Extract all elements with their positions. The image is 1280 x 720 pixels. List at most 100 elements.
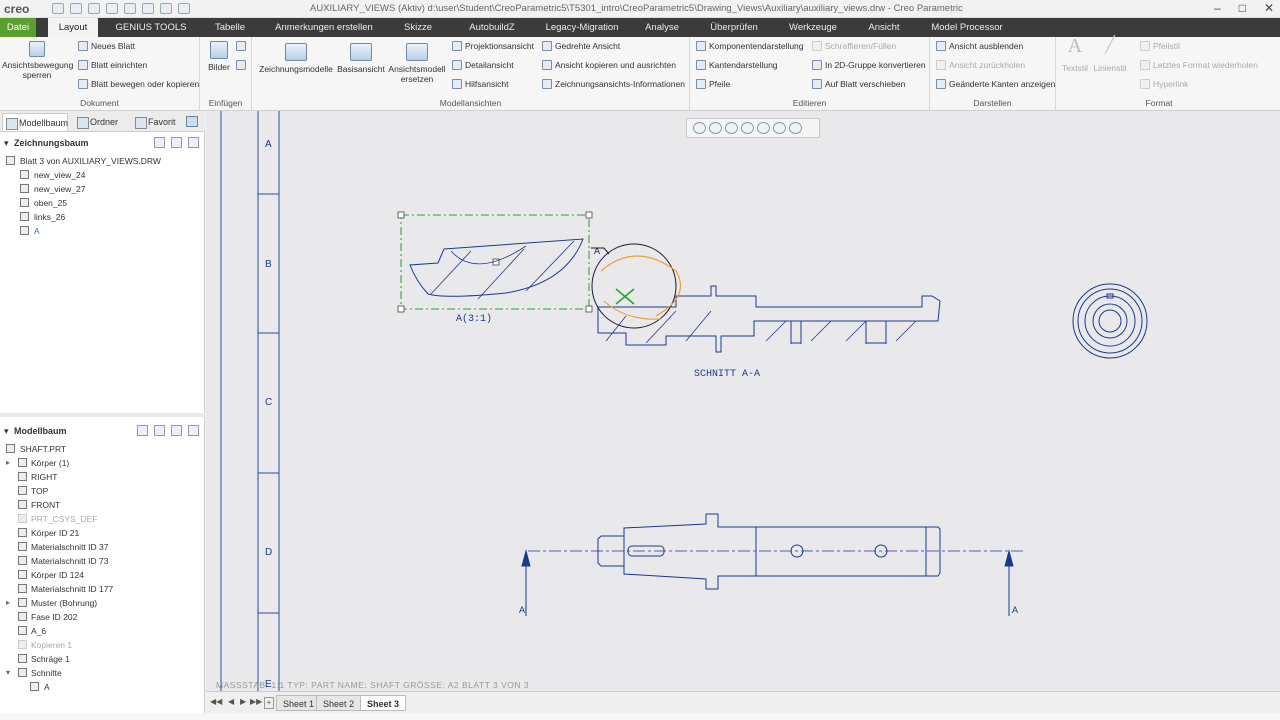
detail-view[interactable]: A(3:1) <box>397 211 593 325</box>
panel-splitter[interactable] <box>0 413 205 417</box>
new-file-icon[interactable] <box>52 3 64 14</box>
tree-item-datum-plane[interactable]: RIGHT <box>0 470 205 484</box>
insert-image-button[interactable] <box>236 60 246 70</box>
tree-item-sections[interactable]: ▾ Schnitte <box>0 666 205 680</box>
tree-item-feature[interactable]: Schräge 1 <box>0 652 205 666</box>
maximize-icon[interactable]: □ <box>1239 1 1246 15</box>
windows-icon[interactable] <box>160 3 172 14</box>
end-view[interactable] <box>1072 283 1148 359</box>
tree-item-part[interactable]: SHAFT.PRT <box>0 442 205 456</box>
tab-datei[interactable]: Datei <box>0 18 36 37</box>
model-filter-icon[interactable] <box>188 425 199 436</box>
detail-view-button[interactable]: Detailansicht <box>452 60 514 70</box>
tab-autobuildz[interactable]: AutobuildZ <box>454 18 530 37</box>
last-sheet-icon[interactable]: ▶▶ <box>250 697 262 709</box>
expand-icon[interactable]: ▸ <box>6 596 10 610</box>
group-label-darstellen[interactable]: Darstellen <box>930 98 1055 108</box>
sheet-tab-active[interactable]: Sheet 3 <box>360 695 407 711</box>
tab-legacy-migration[interactable]: Legacy-Migration <box>534 18 630 37</box>
model-tools-icon[interactable] <box>154 425 165 436</box>
tree-item-section[interactable]: A <box>0 680 205 694</box>
drawing-sheet[interactable]: A B C D E A(3:1) A SCHNITT A-A A A <box>206 111 1280 691</box>
images-button[interactable]: Bilder <box>204 41 234 72</box>
hide-view-button[interactable]: Ansicht ausblenden <box>936 41 1023 51</box>
tree-item-csys[interactable]: PRT_CSYS_DEF <box>0 512 205 526</box>
replace-view-model-button[interactable]: Ansichtsmodell ersetzen <box>386 43 448 84</box>
restore-view-button[interactable]: Ansicht zurückholen <box>936 60 1025 70</box>
tree-filter-icon[interactable] <box>171 137 182 148</box>
lock-view-movement-button[interactable]: Ansichtsbewegung sperren <box>2 41 73 80</box>
prev-sheet-icon[interactable]: ◀ <box>228 697 238 709</box>
section-view[interactable] <box>591 243 941 353</box>
move-copy-sheet-button[interactable]: Blatt bewegen oder kopieren <box>78 79 199 89</box>
sheet-tab[interactable]: Sheet 2 <box>316 695 362 711</box>
zoom-in-icon[interactable] <box>709 122 722 134</box>
tree-item-view[interactable]: oben_25 <box>0 196 205 210</box>
tab-analyse[interactable]: Analyse <box>636 18 688 37</box>
tree-item-feature[interactable]: Kopieren 1 <box>0 638 205 652</box>
tree-item-datum-plane[interactable]: TOP <box>0 484 205 498</box>
text-style-button[interactable]: A Textstil <box>1060 36 1090 73</box>
tab-werkzeuge[interactable]: Werkzeuge <box>780 18 846 37</box>
close-icon[interactable]: ✕ <box>1264 1 1274 15</box>
edge-display-button[interactable]: Kantendarstellung <box>696 60 778 70</box>
arrows-button[interactable]: Pfeile <box>696 79 730 89</box>
tree-item-datum-plane[interactable]: FRONT <box>0 498 205 512</box>
copy-align-view-button[interactable]: Ansicht kopieren und ausrichten <box>542 60 676 70</box>
sheet-setup-button[interactable]: Blatt einrichten <box>78 60 147 70</box>
base-view-button[interactable]: Basisansicht <box>336 43 386 74</box>
tab-model-processor[interactable]: Model Processor <box>922 18 1012 37</box>
sheet-tab[interactable]: Sheet 1 <box>276 695 322 711</box>
tree-item-feature[interactable]: Körper ID 21 <box>0 526 205 540</box>
first-sheet-icon[interactable]: ◀◀ <box>210 697 222 709</box>
revolved-view-button[interactable]: Gedrehte Ansicht <box>542 41 620 51</box>
tree-item-feature[interactable]: Materialschnitt ID 37 <box>0 540 205 554</box>
tab-ordner[interactable]: Ordner <box>74 113 122 131</box>
tree-item-sheet[interactable]: Blatt 3 von AUXILIARY_VIEWS.DRW <box>0 154 205 168</box>
line-style-button[interactable]: ╱ Linienstil <box>1092 38 1128 74</box>
refit-icon[interactable] <box>693 122 706 134</box>
tree-item-feature[interactable]: Materialschnitt ID 73 <box>0 554 205 568</box>
hatch-fill-button[interactable]: Schraffieren/Füllen <box>812 41 896 51</box>
tab-skizze[interactable]: Skizze <box>390 18 446 37</box>
tree-item-view[interactable]: new_view_24 <box>0 168 205 182</box>
tree-item-bodies[interactable]: ▸ Körper (1) <box>0 456 205 470</box>
save-icon[interactable] <box>88 3 100 14</box>
drawing-models-button[interactable]: Zeichnungsmodelle <box>258 43 334 74</box>
new-sheet-button[interactable]: Neues Blatt <box>78 41 135 51</box>
redo-icon[interactable] <box>124 3 136 14</box>
auxiliary-view-button[interactable]: Hilfsansicht <box>452 79 508 89</box>
show-modified-edges-button[interactable]: Geänderte Kanten anzeigen <box>936 79 1055 89</box>
insert-object-button[interactable] <box>236 41 246 51</box>
tree-item-feature[interactable]: Materialschnitt ID 177 <box>0 582 205 596</box>
tree-item-detail-view[interactable]: A <box>0 224 205 238</box>
projection-view-button[interactable]: Projektionsansicht <box>452 41 534 51</box>
view-info-button[interactable]: Zeichnungsansichts-Informationen <box>542 79 685 89</box>
tab-ansicht[interactable]: Ansicht <box>854 18 914 37</box>
collapse-icon[interactable]: ▾ <box>6 666 10 680</box>
undo-icon[interactable] <box>106 3 118 14</box>
arrow-style-button[interactable]: Pfeilstil <box>1140 41 1180 51</box>
model-settings-icon[interactable] <box>137 425 148 436</box>
tree-expand-icon[interactable] <box>188 137 199 148</box>
tree-settings-icon[interactable] <box>154 137 165 148</box>
tab-genius-tools[interactable]: GENIUS TOOLS <box>108 18 194 37</box>
group-label-editieren[interactable]: Editieren <box>690 98 929 108</box>
drawing-canvas[interactable]: A B C D E A(3:1) A SCHNITT A-A A A <box>206 111 1280 691</box>
open-file-icon[interactable] <box>70 3 82 14</box>
drawing-tree-header[interactable]: Zeichnungsbaum <box>0 135 205 151</box>
hyperlink-button[interactable]: Hyperlink <box>1140 79 1188 89</box>
tab-favoriten[interactable]: Favorit <box>132 113 178 131</box>
group-label-einfuegen[interactable]: Einfügen <box>200 98 251 108</box>
display-style-icon[interactable] <box>757 122 770 134</box>
model-columns-icon[interactable] <box>171 425 182 436</box>
add-sheet-icon[interactable]: + <box>264 697 274 709</box>
convert-2d-group-button[interactable]: In 2D-Gruppe konvertieren <box>812 60 926 70</box>
expand-icon[interactable]: ▸ <box>6 456 10 470</box>
repaint-icon[interactable] <box>741 122 754 134</box>
zoom-out-icon[interactable] <box>725 122 738 134</box>
repeat-format-button[interactable]: Letztes Format wiederholen <box>1140 60 1258 70</box>
move-to-sheet-button[interactable]: Auf Blatt verschieben <box>812 79 905 89</box>
minimize-icon[interactable]: – <box>1214 1 1221 15</box>
tree-item-feature[interactable]: A_6 <box>0 624 205 638</box>
